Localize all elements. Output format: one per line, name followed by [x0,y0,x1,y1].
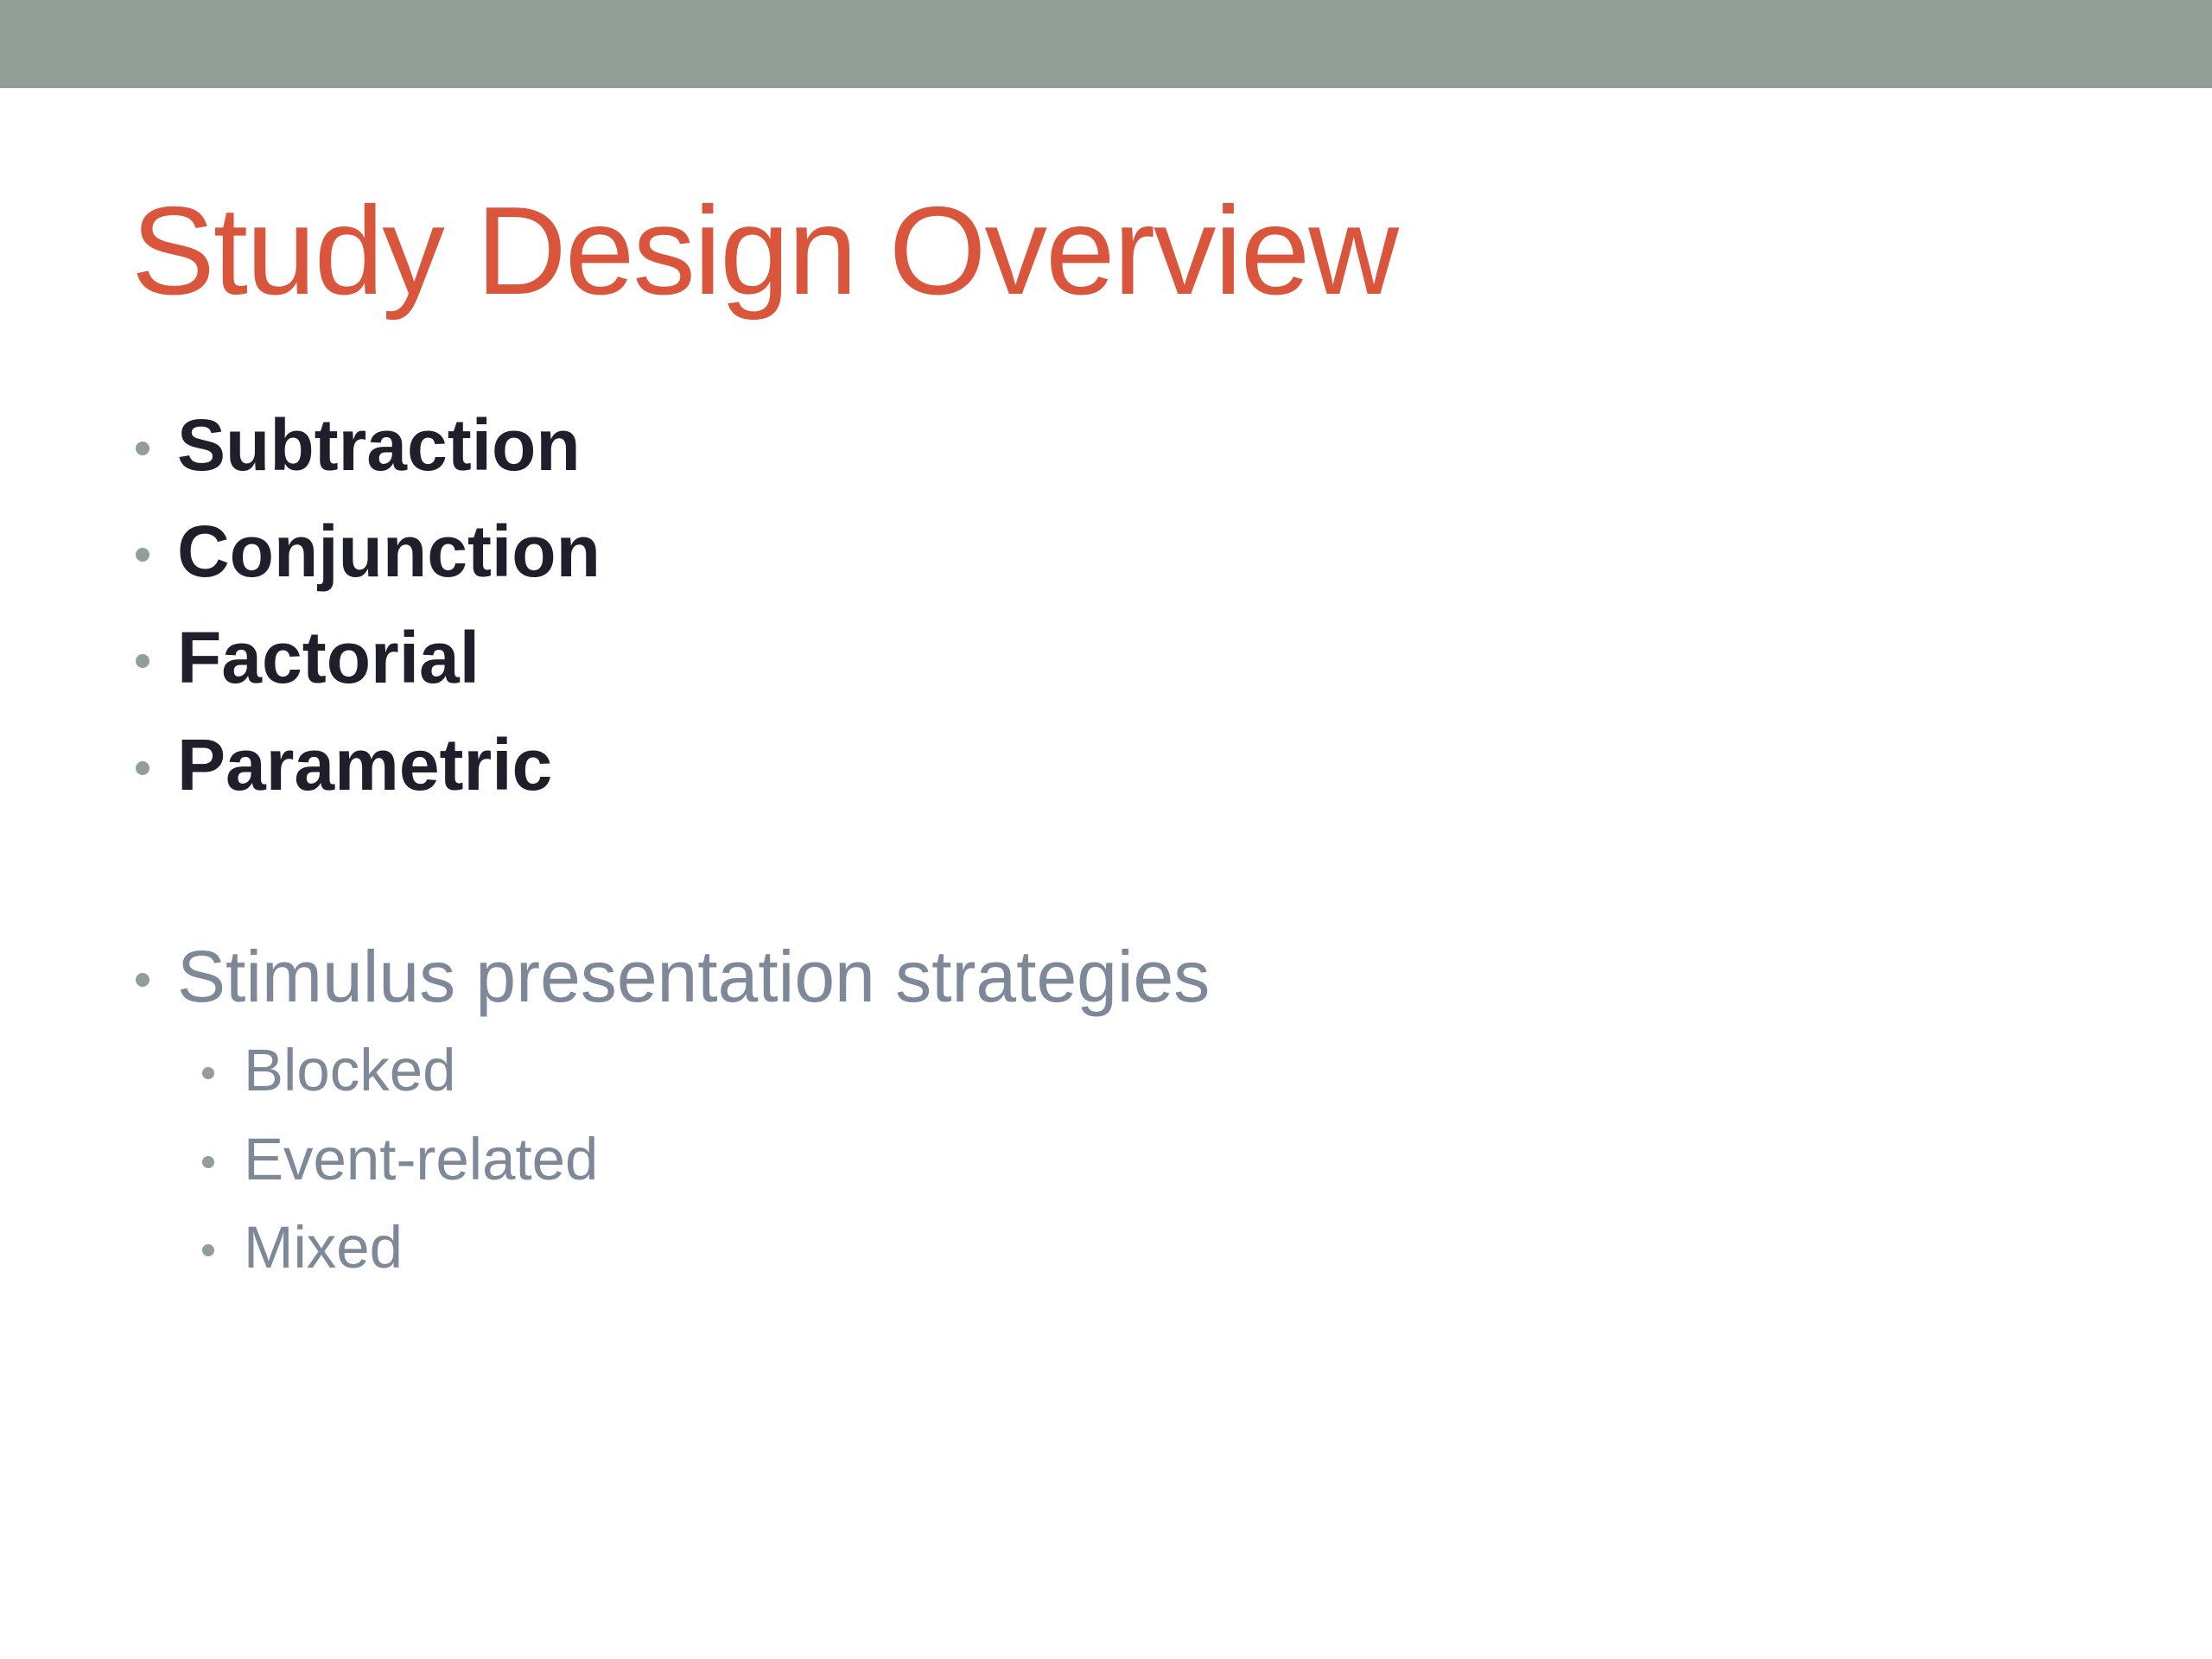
design-item-label: Parametric [177,724,553,805]
bullet-icon [136,654,149,668]
bullet-icon [136,442,149,455]
sub-bullet-icon [202,1244,214,1256]
design-item-factorial: Factorial [136,614,480,701]
design-item-label: Factorial [177,617,480,698]
bullet-icon [136,973,149,987]
design-item-label: Conjunction [177,511,601,592]
design-item-label: Subtraction [177,404,581,486]
design-item-parametric: Parametric [136,721,553,808]
strategy-item-blocked: Blocked [202,1034,456,1107]
bullet-icon [136,761,149,775]
design-item-conjunction: Conjunction [136,508,601,594]
strategy-item-mixed: Mixed [202,1211,404,1284]
presentation-strategies-label: Stimulus presentation strategies [177,936,1211,1017]
design-item-subtraction: Subtraction [136,402,581,488]
bullet-icon [136,548,149,562]
header-bar [0,0,2212,88]
strategy-item-label: Blocked [244,1037,456,1103]
slide-title: Study Design Overview [131,181,1399,321]
sub-bullet-icon [202,1156,214,1168]
presentation-strategies-heading: Stimulus presentation strategies [136,933,1211,1020]
strategy-item-label: Event-related [244,1126,599,1192]
strategy-item-event-related: Event-related [202,1123,599,1196]
sub-bullet-icon [202,1067,214,1079]
strategy-item-label: Mixed [244,1214,404,1281]
